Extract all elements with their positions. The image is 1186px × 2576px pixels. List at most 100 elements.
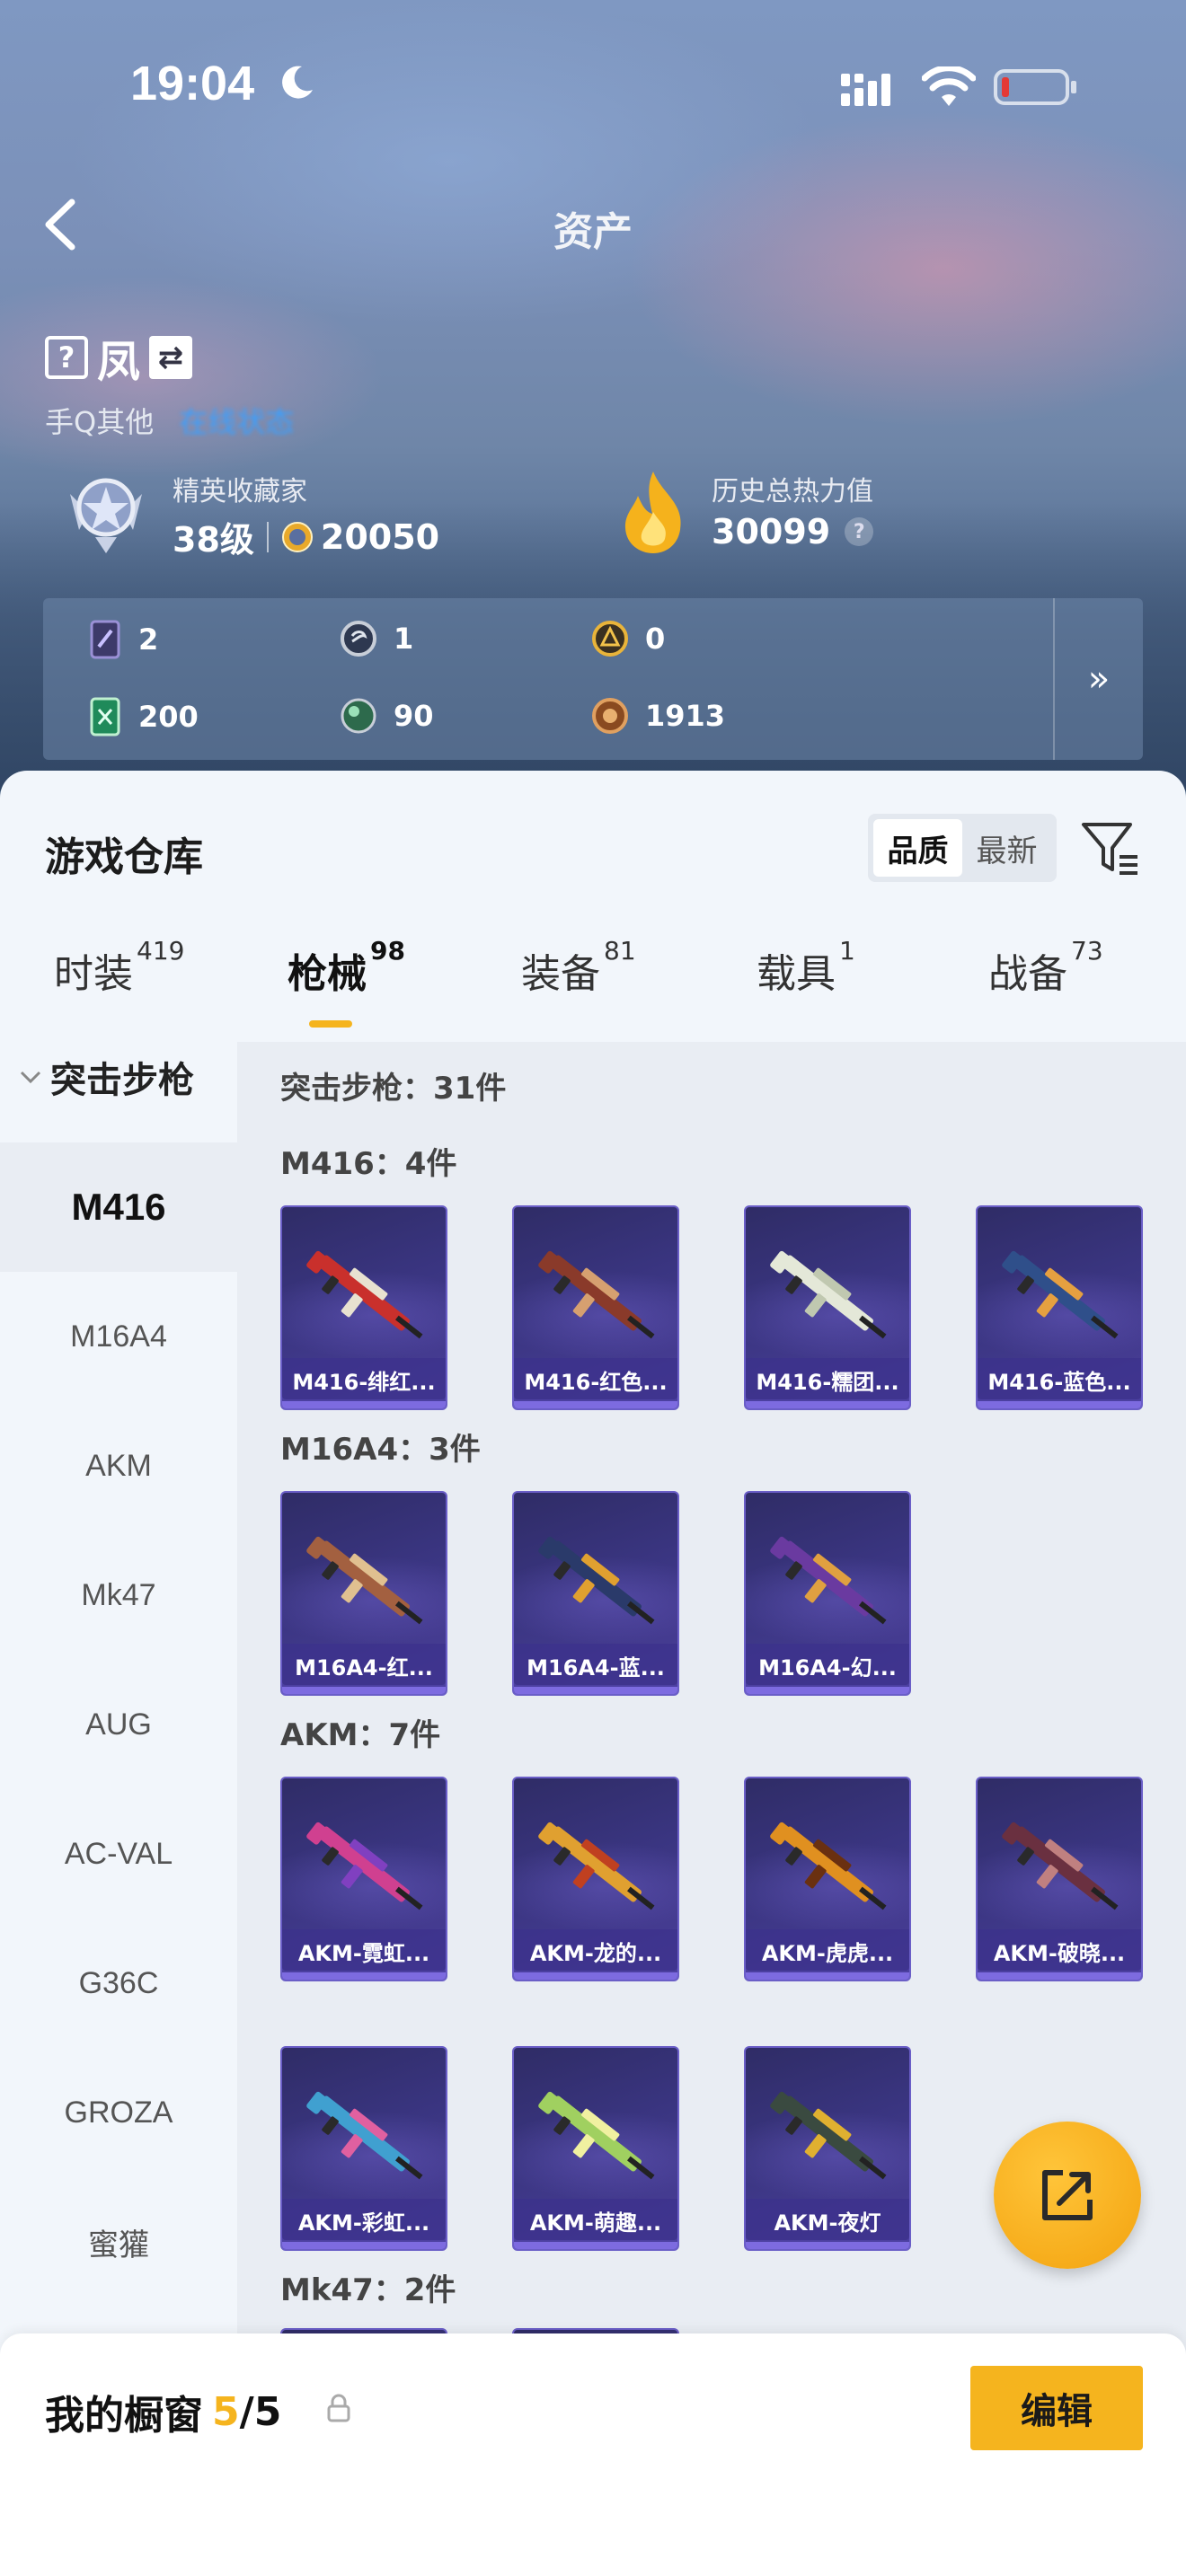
sidebar-category[interactable]: 突击步枪: [18, 1051, 194, 1103]
active-tab-indicator: [309, 1020, 352, 1028]
sidebar-item-mk47[interactable]: Mk47: [0, 1531, 237, 1660]
sidebar-item-ac-val[interactable]: AC-VAL: [0, 1789, 237, 1919]
fire-heat-icon: [624, 472, 681, 553]
gold-coin-icon: [592, 621, 628, 657]
rifle-icon: [770, 1822, 887, 1910]
resource-item: 1913: [591, 697, 725, 735]
sidebar-item-akm[interactable]: AKM: [0, 1401, 237, 1531]
sidebar-item-m416[interactable]: M416: [0, 1142, 237, 1272]
rank-label: 精英收藏家: [173, 476, 307, 507]
share-fab-button[interactable]: [994, 2122, 1141, 2269]
rifle-icon: [306, 1536, 423, 1625]
online-status-link[interactable]: 在线状态: [179, 405, 294, 439]
level-value: 38级: [173, 520, 254, 560]
tab-guns[interactable]: 枪械98: [288, 936, 405, 999]
warehouse-sheet: 游戏仓库 品质 最新 时装419 枪械98 装备81 载具1 战备73 突击步枪: [0, 771, 1186, 2576]
resources-expand-button[interactable]: »: [1053, 598, 1143, 760]
weapon-card[interactable]: AKM-萌趣...: [512, 2046, 679, 2251]
total-count-label: 突击步枪：31件: [280, 1071, 507, 1107]
moon-icon: [282, 66, 313, 99]
platform-row: 手Q其他 在线状态: [45, 400, 294, 441]
weapon-card[interactable]: AKM-龙的...: [512, 1777, 679, 1981]
status-bar: 19:04: [0, 0, 1186, 171]
weapon-card[interactable]: AKM-夜灯: [744, 2046, 911, 2251]
rifle-icon: [1002, 1250, 1119, 1339]
wifi-icon: [922, 66, 976, 106]
sort-quality-button[interactable]: 品质: [873, 819, 962, 877]
rifle-icon: [538, 1536, 655, 1625]
edit-button[interactable]: 编辑: [970, 2366, 1143, 2450]
rifle-icon: [538, 2091, 655, 2180]
header-hero: 19:04 资产 ? 凤 ⇄ 手Q其他 在线状态 精英收藏家 38级 20050…: [0, 0, 1186, 808]
resource-item: 200: [88, 697, 199, 737]
resource-item: 1: [340, 620, 413, 657]
tab-gear[interactable]: 战备73: [988, 936, 1103, 999]
heat-label: 历史总热力值: [712, 476, 873, 507]
lock-icon: [327, 2394, 350, 2422]
group-label-mk47: Mk47：2件: [280, 2272, 456, 2308]
bronze-coin-icon: [592, 698, 628, 734]
question-icon[interactable]: ?: [45, 336, 88, 379]
rifle-icon: [538, 1250, 655, 1339]
rifle-icon: [770, 1536, 887, 1625]
resource-item: 0: [591, 620, 665, 657]
weapon-card[interactable]: AKM-破晓...: [976, 1777, 1143, 1981]
weapon-card[interactable]: AKM-虎虎...: [744, 1777, 911, 1981]
silver-coin-icon: [341, 621, 376, 657]
rifle-icon: [538, 1822, 655, 1910]
rifle-icon: [306, 2091, 423, 2180]
rank-values: 38级 20050: [173, 512, 439, 561]
username: 凤: [97, 337, 141, 387]
swap-account-icon[interactable]: ⇄: [149, 336, 193, 379]
tab-equipment[interactable]: 装备81: [521, 936, 636, 999]
tab-fashion[interactable]: 时装419: [54, 936, 184, 999]
green-ticket-icon: [90, 697, 120, 737]
platform-label: 手Q其他: [45, 405, 155, 439]
sidebar-item-m16a4[interactable]: M16A4: [0, 1272, 237, 1401]
page-title: 资产: [553, 209, 633, 255]
profile-name-row: ? 凤 ⇄: [45, 332, 193, 387]
orb-icon: [341, 698, 376, 734]
rifle-icon: [306, 1822, 423, 1910]
category-tabs: 时装419 枪械98 装备81 载具1 战备73: [0, 936, 1186, 1031]
rifle-icon: [770, 1250, 887, 1339]
chevron-down-icon: [20, 1071, 41, 1084]
status-time: 19:04: [130, 57, 255, 110]
warehouse-title: 游戏仓库: [45, 834, 203, 880]
elite-collector-badge-icon: [70, 478, 142, 553]
weapon-card[interactable]: M416-绯红...: [280, 1205, 447, 1410]
cellular-signal-icon: [841, 74, 890, 106]
weapon-card[interactable]: AKM-彩虹...: [280, 2046, 447, 2251]
weapon-card[interactable]: M416-糯团...: [744, 1205, 911, 1410]
sidebar-item-g36c[interactable]: G36C: [0, 1919, 237, 2048]
tab-vehicles[interactable]: 载具1: [757, 936, 855, 999]
sidebar-item-honey-badger[interactable]: 蜜獾: [0, 2177, 237, 2307]
sort-latest-button[interactable]: 最新: [962, 819, 1051, 877]
weapon-card[interactable]: M16A4-蓝...: [512, 1491, 679, 1696]
showcase-bar: 我的橱窗 5 /5 编辑: [0, 2333, 1186, 2576]
weapon-card[interactable]: AKM-霓虹...: [280, 1777, 447, 1981]
group-label-m16a4: M16A4：3件: [280, 1432, 481, 1468]
weapon-card[interactable]: M416-蓝色...: [976, 1205, 1143, 1410]
heat-value: 30099: [712, 512, 831, 551]
share-external-icon: [1042, 2170, 1093, 2220]
filter-icon[interactable]: [1078, 816, 1143, 880]
showcase-title: 我的橱窗 5 /5: [45, 2388, 282, 2439]
weapon-card[interactable]: M16A4-红...: [280, 1491, 447, 1696]
group-label-akm: AKM：7件: [280, 1717, 441, 1753]
rifle-icon: [306, 1250, 423, 1339]
sidebar-item-aug[interactable]: AUG: [0, 1660, 237, 1789]
points-value: 20050: [320, 516, 440, 557]
sidebar-item-groza[interactable]: GROZA: [0, 2048, 237, 2177]
divider: [266, 521, 269, 552]
gold-star-coin-icon: [281, 521, 313, 552]
weapon-card[interactable]: M16A4-幻...: [744, 1491, 911, 1696]
heat-values: 30099 ?: [712, 512, 874, 551]
heat-help-icon[interactable]: ?: [845, 517, 874, 546]
resource-item: 90: [340, 697, 434, 735]
rifle-icon: [770, 2091, 887, 2180]
sort-toggle: 品质 最新: [868, 814, 1057, 882]
card-icon: [90, 620, 120, 659]
rifle-icon: [1002, 1822, 1119, 1910]
weapon-card[interactable]: M416-红色...: [512, 1205, 679, 1410]
